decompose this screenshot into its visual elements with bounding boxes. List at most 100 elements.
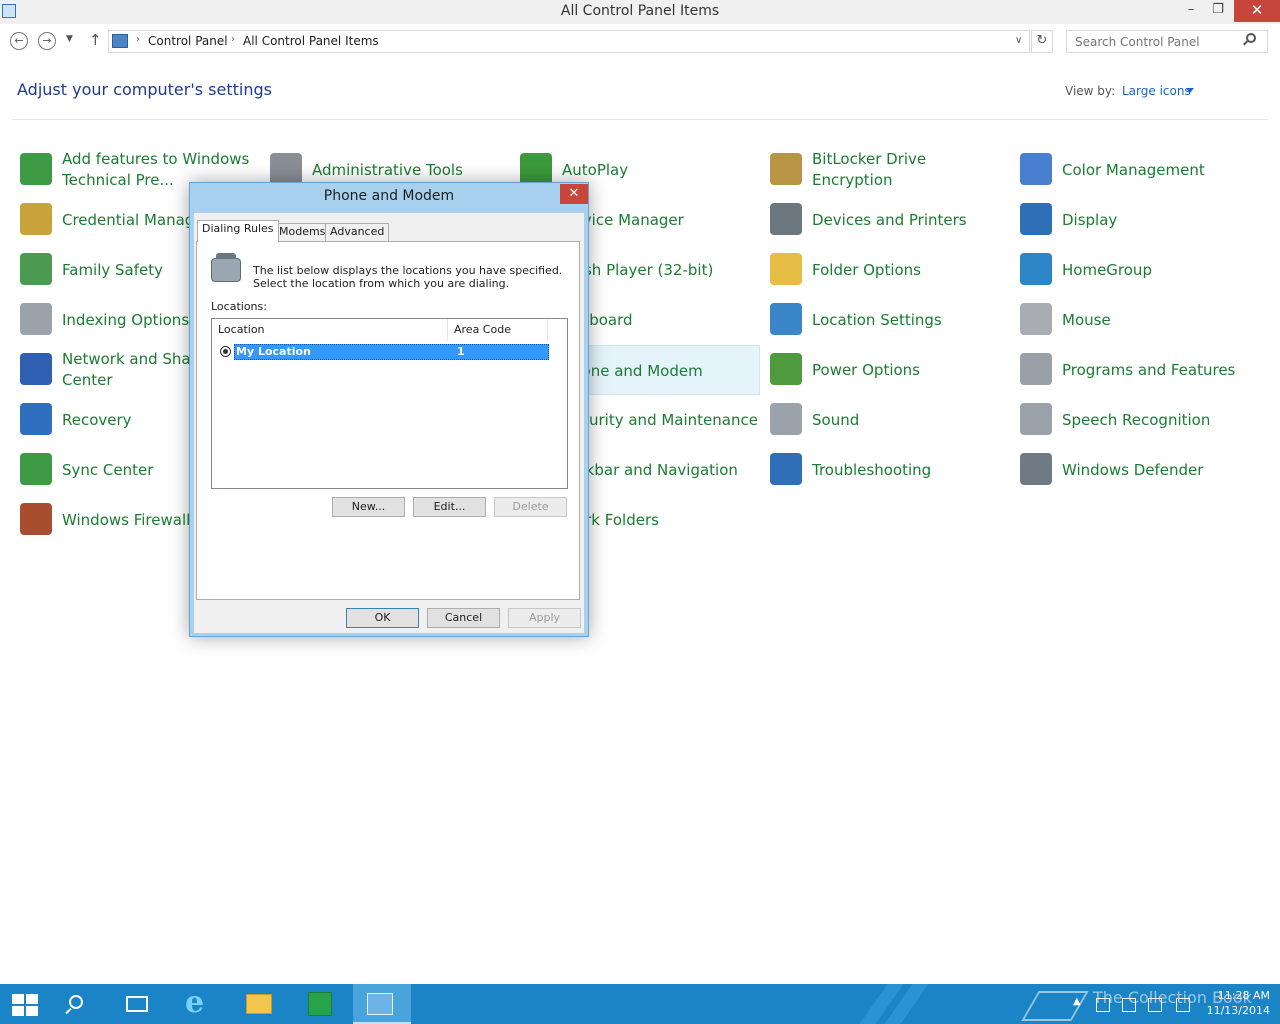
tab-dialing-rules[interactable]: Dialing Rules: [197, 220, 279, 242]
control-panel-item-label: BitLocker Drive Encryption: [812, 150, 927, 189]
admin-tools-icon: [270, 153, 302, 185]
show-hidden-icons-button[interactable]: ▲: [1073, 996, 1081, 1007]
locations-label: Locations:: [211, 300, 267, 313]
internet-explorer-icon[interactable]: e: [185, 988, 211, 1018]
programs-features-icon: [1020, 353, 1052, 385]
control-panel-item-label: Security and Maintenance: [562, 410, 758, 429]
dialog-close-button[interactable]: ✕: [560, 184, 588, 204]
control-panel-item-label: Work Folders: [562, 510, 659, 529]
indexing-options-icon: [20, 303, 52, 335]
windows-firewall-icon: [20, 503, 52, 535]
control-panel-item-label: Keyboard: [562, 310, 633, 329]
control-panel-item[interactable]: Display: [1018, 195, 1260, 245]
back-button[interactable]: ←: [10, 32, 28, 50]
display-icon: [1020, 203, 1052, 235]
address-dropdown-icon[interactable]: ∨: [1015, 35, 1022, 46]
task-view-icon[interactable]: [126, 996, 148, 1012]
apply-button[interactable]: Apply: [508, 608, 581, 628]
maximize-button[interactable]: ❐: [1203, 0, 1233, 22]
page-title: Adjust your computer's settings: [17, 80, 272, 99]
up-button[interactable]: ↑: [89, 31, 102, 49]
folder-options-icon: [770, 253, 802, 285]
location-radio-selected[interactable]: [220, 346, 231, 357]
cancel-button[interactable]: Cancel: [427, 608, 500, 628]
address-bar[interactable]: › Control Panel › All Control Panel Item…: [108, 30, 1030, 53]
control-panel-item-label: Device Manager: [562, 210, 684, 229]
control-panel-item[interactable]: Devices and Printers: [768, 195, 1010, 245]
control-panel-item-label: Taskbar and Navigation: [562, 460, 738, 479]
taskbar-control-panel[interactable]: [353, 984, 411, 1024]
volume-icon[interactable]: [1148, 998, 1162, 1012]
store-icon[interactable]: [308, 992, 332, 1016]
control-panel-item-label: Sound: [812, 410, 860, 429]
network-sharing-icon: [20, 353, 52, 385]
chevron-down-icon[interactable]: [1186, 88, 1194, 93]
speech-recognition-icon: [1020, 403, 1052, 435]
file-explorer-icon[interactable]: [246, 994, 272, 1014]
power-options-icon: [770, 353, 802, 385]
new-button[interactable]: New...: [332, 497, 405, 517]
action-center-flag-icon[interactable]: [1096, 998, 1110, 1012]
column-header-area-code[interactable]: Area Code: [448, 319, 548, 341]
keyboard-input-icon[interactable]: [1176, 998, 1190, 1012]
family-safety-icon: [20, 253, 52, 285]
control-panel-icon: [112, 34, 128, 48]
control-panel-item[interactable]: Troubleshooting: [768, 445, 1010, 495]
breadcrumb-separator[interactable]: ›: [231, 34, 235, 45]
breadcrumb-control-panel[interactable]: Control Panel: [148, 34, 228, 48]
column-header-location[interactable]: Location: [212, 319, 448, 341]
color-management-icon: [1020, 153, 1052, 185]
title-bar: All Control Panel Items – ❐ ✕: [0, 0, 1280, 24]
control-panel-item-label: Folder Options: [812, 260, 921, 279]
control-panel-item-label: Devices and Printers: [812, 210, 967, 229]
forward-button[interactable]: →: [38, 32, 56, 50]
breadcrumb-all-items[interactable]: All Control Panel Items: [243, 34, 379, 48]
sound-icon: [770, 403, 802, 435]
edit-button[interactable]: Edit...: [413, 497, 486, 517]
network-icon[interactable]: [1122, 998, 1136, 1012]
control-panel-item-label: Mouse: [1062, 310, 1111, 329]
control-panel-item[interactable]: Programs and Features: [1018, 345, 1260, 395]
control-panel-item-label: Location Settings: [812, 310, 942, 329]
control-panel-item[interactable]: Speech Recognition: [1018, 395, 1260, 445]
troubleshooting-icon: [770, 453, 802, 485]
locations-list[interactable]: Location Area Code My Location 1: [211, 318, 568, 489]
control-panel-item[interactable]: Color Management: [1018, 145, 1260, 195]
windows-defender-icon: [1020, 453, 1052, 485]
control-panel-item[interactable]: Location Settings: [768, 295, 1010, 345]
control-panel-item[interactable]: Windows Defender: [1018, 445, 1260, 495]
tab-modems[interactable]: Modems: [274, 223, 331, 241]
view-by-label: View by:: [1065, 84, 1116, 98]
location-settings-icon: [770, 303, 802, 335]
homegroup-icon: [1020, 253, 1052, 285]
control-panel-item-label: HomeGroup: [1062, 260, 1152, 279]
search-icon[interactable]: [1246, 33, 1256, 43]
clock-time: 11:28 AM: [1217, 989, 1270, 1002]
control-panel-item[interactable]: BitLocker Drive Encryption: [768, 145, 1010, 195]
search-input[interactable]: [1066, 30, 1268, 53]
tab-advanced[interactable]: Advanced: [325, 223, 390, 241]
control-panel-item-label: Phone and Modem: [563, 361, 703, 380]
view-by-dropdown[interactable]: Large icons: [1122, 84, 1191, 98]
control-panel-item[interactable]: HomeGroup: [1018, 245, 1260, 295]
system-clock[interactable]: 11:28 AM 11/13/2014: [1190, 988, 1270, 1018]
divider: [12, 119, 1268, 120]
control-panel-item[interactable]: Mouse: [1018, 295, 1260, 345]
control-panel-item[interactable]: Folder Options: [768, 245, 1010, 295]
devices-printers-icon: [770, 203, 802, 235]
refresh-button[interactable]: ↻: [1031, 30, 1053, 53]
close-button[interactable]: ✕: [1234, 0, 1280, 22]
dialog-body: Dialing Rules Modems Advanced The list b…: [194, 213, 584, 633]
breadcrumb-separator[interactable]: ›: [136, 34, 140, 45]
windows-logo-icon: [12, 994, 38, 1016]
control-panel-item[interactable]: Sound: [768, 395, 1010, 445]
control-panel-item-label: Speech Recognition: [1062, 410, 1211, 429]
delete-button[interactable]: Delete: [494, 497, 567, 517]
recent-locations-dropdown[interactable]: ▼: [66, 34, 73, 44]
control-panel-item[interactable]: Power Options: [768, 345, 1010, 395]
ok-button[interactable]: OK: [346, 608, 419, 628]
minimize-button[interactable]: –: [1176, 0, 1206, 22]
dialing-description: The list below displays the locations yo…: [253, 264, 563, 290]
taskbar-search-icon[interactable]: [69, 995, 83, 1009]
start-button[interactable]: [0, 984, 58, 1024]
